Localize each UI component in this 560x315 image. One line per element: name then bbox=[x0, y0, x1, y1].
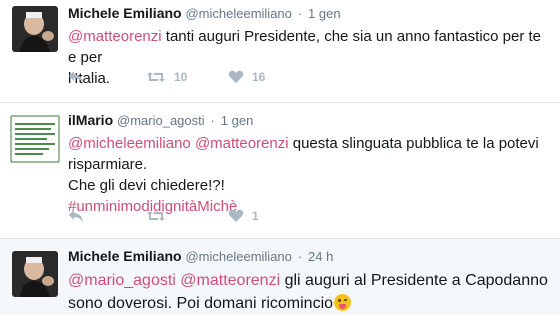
user-handle[interactable]: @micheleemiliano bbox=[185, 249, 291, 264]
tweet-header: Michele Emiliano @micheleemiliano · 24 h bbox=[68, 247, 552, 266]
header-separator: · bbox=[210, 113, 215, 128]
retweet-button[interactable]: 10 bbox=[146, 70, 202, 84]
winking-tongue-emoji-icon bbox=[334, 294, 352, 311]
tweet-header: ilMario @mario_agosti · 1 gen bbox=[68, 111, 552, 130]
heart-icon bbox=[228, 209, 244, 222]
retweet-button[interactable] bbox=[146, 209, 202, 223]
avatar[interactable] bbox=[12, 251, 58, 297]
tweet-text-segment: gli auguri al Presidente a Capodanno bbox=[280, 272, 548, 289]
like-button[interactable]: 16 bbox=[228, 70, 278, 84]
reply-button[interactable] bbox=[68, 70, 84, 84]
reply-icon bbox=[69, 210, 83, 222]
tweet-actions: 10 16 bbox=[68, 68, 318, 86]
mention-link[interactable]: @matteorenzi bbox=[68, 28, 162, 45]
tweet-header: Michele Emiliano @micheleemiliano · 1 ge… bbox=[68, 4, 552, 23]
user-fullname[interactable]: Michele Emiliano bbox=[68, 248, 182, 264]
tweet-content: Michele Emiliano @micheleemiliano · 24 h… bbox=[68, 247, 552, 315]
reply-button[interactable] bbox=[68, 209, 84, 223]
user-handle[interactable]: @micheleemiliano bbox=[185, 6, 291, 21]
mention-link[interactable]: @micheleemiliano bbox=[68, 135, 191, 152]
tweet[interactable]: ilMario @mario_agosti · 1 gen @micheleem… bbox=[0, 103, 560, 238]
tweet-timestamp[interactable]: 1 gen bbox=[308, 6, 341, 21]
tweet-text-segment: questa slinguata pubblica te la potevi bbox=[288, 135, 539, 152]
heart-icon bbox=[228, 70, 244, 83]
tweet-actions: 1 bbox=[68, 207, 318, 225]
mention-link[interactable]: @matteorenzi bbox=[195, 135, 289, 152]
retweet-icon bbox=[147, 211, 165, 221]
user-fullname[interactable]: Michele Emiliano bbox=[68, 5, 182, 21]
mention-link[interactable]: @matteorenzi bbox=[180, 272, 280, 289]
reply-icon bbox=[69, 71, 83, 83]
tweet-text: @micheleemiliano @matteorenzi questa sli… bbox=[68, 133, 552, 217]
avatar[interactable] bbox=[12, 6, 58, 52]
tweet-text-segment: risparmiare. bbox=[68, 156, 148, 173]
like-count: 16 bbox=[252, 70, 266, 84]
tweet[interactable]: Michele Emiliano @micheleemiliano · 1 ge… bbox=[0, 0, 560, 103]
like-count: 1 bbox=[252, 209, 259, 223]
header-separator: · bbox=[297, 249, 303, 264]
avatar[interactable] bbox=[10, 115, 60, 163]
tweet-text-segment: sono doverosi. Poi domani ricomincio bbox=[68, 295, 334, 312]
header-separator: · bbox=[297, 6, 303, 21]
tweet-timestamp[interactable]: 24 h bbox=[308, 249, 333, 264]
user-handle[interactable]: @mario_agosti bbox=[117, 113, 205, 128]
user-fullname[interactable]: ilMario bbox=[68, 112, 113, 128]
like-button[interactable]: 1 bbox=[228, 209, 278, 223]
tweet-text: @mario_agosti @matteorenzi gli auguri al… bbox=[68, 269, 552, 315]
tweet-text-segment: Che gli devi chiedere!?! bbox=[68, 177, 225, 194]
retweet-icon bbox=[147, 72, 165, 82]
retweet-count: 10 bbox=[174, 70, 188, 84]
mention-link[interactable]: @mario_agosti bbox=[68, 272, 176, 289]
tweet[interactable]: Michele Emiliano @micheleemiliano · 24 h… bbox=[0, 238, 560, 315]
tweet-content: ilMario @mario_agosti · 1 gen @micheleem… bbox=[68, 111, 552, 217]
tweet-timestamp[interactable]: 1 gen bbox=[221, 113, 254, 128]
